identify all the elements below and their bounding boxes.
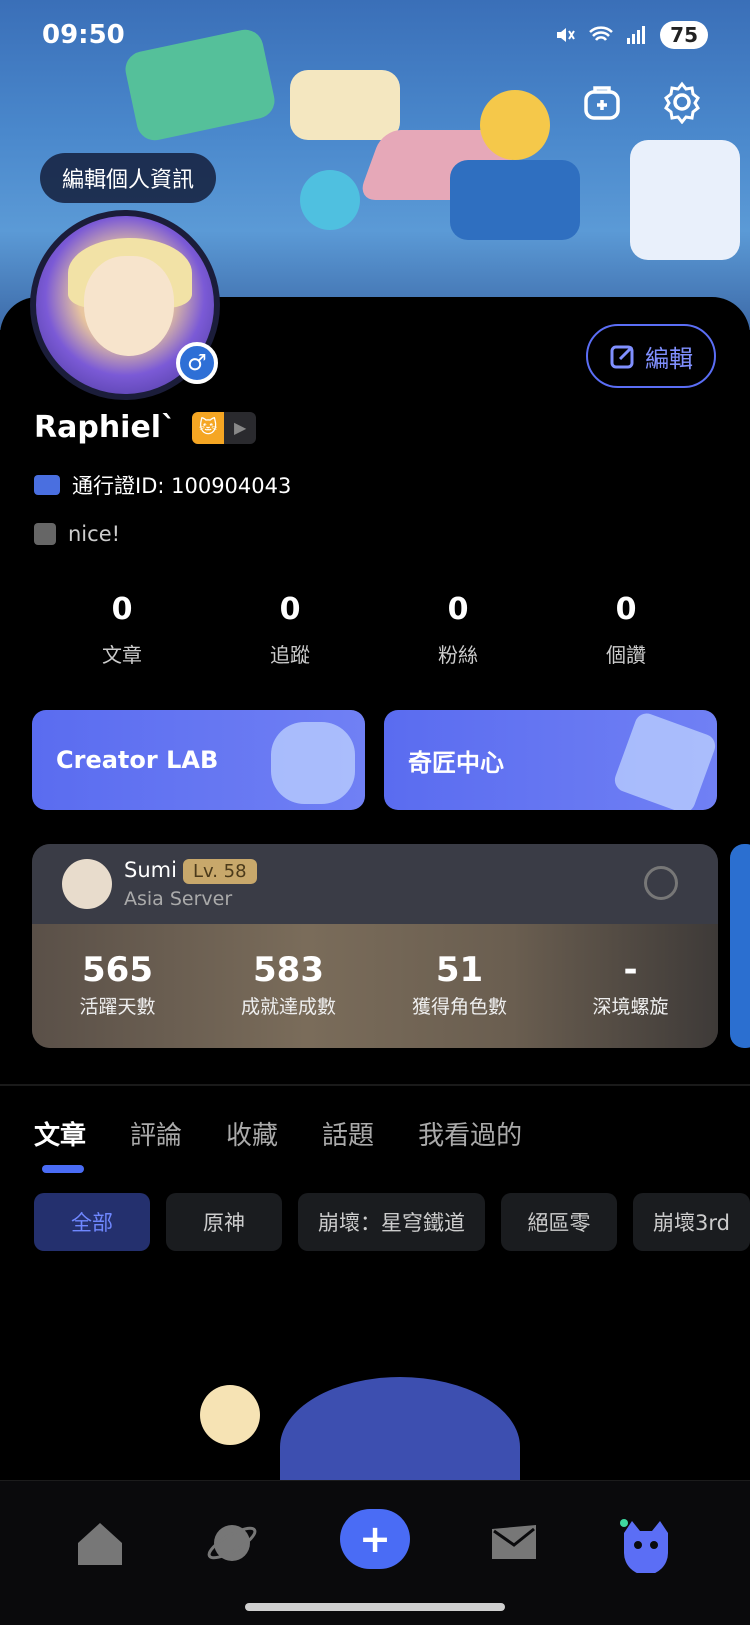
stat-articles[interactable]: 0 文章: [38, 592, 206, 668]
id-card-icon: [34, 475, 60, 495]
edit-profile-info-button[interactable]: 編輯個人資訊: [40, 153, 217, 203]
home-icon: [78, 1523, 122, 1565]
game-stat: - 深境螺旋: [592, 950, 669, 1018]
edit-button[interactable]: 編輯: [586, 324, 716, 388]
wifi-icon: [589, 26, 614, 41]
plus-icon: +: [359, 1517, 391, 1561]
chip-star-rail[interactable]: 崩壞：星穹鐵道: [298, 1193, 485, 1251]
nav-explore[interactable]: [200, 1511, 264, 1575]
stat-label: 個讚: [606, 643, 646, 667]
lightbulb-icon: [200, 1385, 260, 1445]
tab-favorites[interactable]: 收藏: [226, 1115, 278, 1152]
artisan-center-card[interactable]: 奇匠中心: [384, 710, 717, 810]
signal-icon: [627, 26, 646, 44]
home-indicator: [245, 1603, 505, 1611]
divider: [0, 1084, 750, 1086]
game-server: Asia Server: [124, 888, 233, 910]
avatar[interactable]: ♂: [30, 210, 220, 400]
cat-badge-icon: 🐱: [192, 411, 225, 444]
stat-label: 追蹤: [270, 643, 310, 667]
bio-row: nice!: [34, 522, 120, 546]
pass-id: 通行證ID: 100904043: [72, 474, 292, 498]
username-row: Raphiel` 🐱 ▶: [34, 410, 257, 445]
mute-icon: [557, 28, 576, 42]
stat-value: 0: [279, 592, 301, 627]
game-stat: 565 活躍天數: [79, 950, 156, 1018]
game-settings-icon[interactable]: [644, 866, 678, 900]
crystal-illustration: [611, 710, 717, 810]
planet-icon: [207, 1525, 257, 1561]
chip-genshin[interactable]: 原神: [166, 1193, 282, 1251]
status-time: 09:50: [42, 20, 125, 50]
settings-icon[interactable]: [660, 80, 704, 124]
nav-home[interactable]: [68, 1511, 132, 1575]
stat-label: 文章: [102, 643, 142, 667]
chip-zzz[interactable]: 絕區零: [501, 1193, 617, 1251]
empty-state-illustration: [160, 1355, 560, 1517]
backpack-icon[interactable]: [580, 80, 624, 124]
gender-male-icon: ♂: [176, 342, 218, 384]
level-badge[interactable]: 🐱 ▶: [192, 411, 257, 444]
artisan-center-label: 奇匠中心: [408, 748, 504, 777]
stat-value: 0: [447, 592, 469, 627]
stat-value: 0: [111, 592, 133, 627]
stat-following[interactable]: 0 追蹤: [206, 592, 374, 668]
stats-row: 0 文章 0 追蹤 0 粉絲 0 個讚: [0, 592, 750, 668]
create-post-button[interactable]: +: [340, 1509, 410, 1569]
filter-chips: 全部 原神 崩壞：星穹鐵道 絕區零 崩壞3rd: [34, 1193, 750, 1251]
content-tabs: 文章 評論 收藏 話題 我看過的: [34, 1115, 522, 1152]
creator-lab-label: Creator LAB: [56, 746, 219, 774]
creator-lab-card[interactable]: Creator LAB: [32, 710, 365, 810]
stat-followers[interactable]: 0 粉絲: [374, 592, 542, 668]
battery-indicator: 75: [660, 21, 708, 49]
mascot-illustration: [271, 722, 355, 804]
game-record-card[interactable]: Sumi Lv. 58 Asia Server 565 活躍天數 583 成就達成數 …: [32, 844, 718, 1048]
stat-label: 粉絲: [438, 643, 478, 667]
mail-icon: [492, 1525, 536, 1559]
comment-icon: [34, 523, 56, 545]
play-arrow-icon: ▶: [233, 418, 247, 437]
pass-id-row: 通行證ID: 100904043: [34, 470, 291, 500]
tab-articles[interactable]: 文章: [34, 1115, 86, 1152]
stat-likes[interactable]: 0 個讚: [542, 592, 710, 668]
nav-messages[interactable]: [482, 1511, 546, 1575]
edit-button-label: 編輯: [645, 344, 693, 373]
game-level-badge: Lv. 58: [182, 859, 257, 884]
tab-history[interactable]: 我看過的: [418, 1115, 522, 1152]
username: Raphiel`: [34, 410, 177, 445]
game-avatar: [62, 859, 112, 909]
edit-icon: [610, 345, 634, 369]
profile-page: 09:50 75 編輯個人資訊 ♂ 編輯 Raphiel` 🐱 ▶ 通行證ID:…: [0, 0, 750, 1625]
bio: nice!: [68, 522, 121, 546]
chip-honkai-3rd[interactable]: 崩壞3rd: [633, 1193, 750, 1251]
next-game-card[interactable]: [730, 844, 750, 1048]
active-tab-indicator: [42, 1165, 84, 1173]
game-stat: 583 成就達成數: [240, 950, 336, 1018]
tab-comments[interactable]: 評論: [130, 1115, 182, 1152]
game-character-name: Sumi: [124, 858, 177, 882]
tab-topics[interactable]: 話題: [322, 1115, 374, 1152]
nav-profile[interactable]: [614, 1511, 678, 1575]
chip-all[interactable]: 全部: [34, 1193, 150, 1251]
game-stat: 51 獲得角色數: [411, 950, 507, 1018]
profile-icon: [620, 1519, 668, 1573]
status-bar: 09:50 75: [0, 0, 750, 70]
stat-value: 0: [615, 592, 637, 627]
